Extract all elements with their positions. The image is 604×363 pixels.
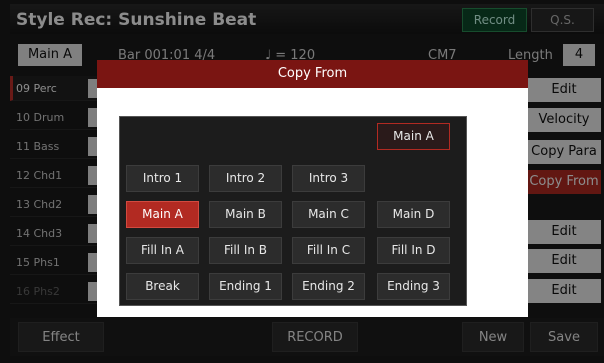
section-option[interactable]: Ending 2: [292, 273, 365, 300]
section-option[interactable]: Main B: [209, 201, 282, 228]
section-grid: Main A Intro 1 Intro 2 Intro 3 Main A Ma…: [119, 116, 467, 306]
section-option[interactable]: Intro 3: [292, 165, 365, 192]
section-option[interactable]: Fill In B: [209, 237, 282, 264]
dialog-title: Copy From: [97, 60, 528, 88]
section-option[interactable]: Main C: [292, 201, 365, 228]
section-option[interactable]: Fill In D: [377, 237, 450, 264]
copy-from-dialog: Copy From Main A Intro 1 Intro 2 Intro 3…: [97, 60, 528, 317]
target-section[interactable]: Main A: [377, 123, 450, 150]
screen: Style Rec: Sunshine Beat Record Q.S. Mai…: [0, 0, 604, 363]
section-option[interactable]: Intro 1: [126, 165, 199, 192]
section-option[interactable]: Main D: [377, 201, 450, 228]
section-option[interactable]: Fill In A: [126, 237, 199, 264]
section-option[interactable]: Intro 2: [209, 165, 282, 192]
section-option[interactable]: Ending 3: [377, 273, 450, 300]
section-option[interactable]: Fill In C: [292, 237, 365, 264]
section-option-selected[interactable]: Main A: [126, 201, 199, 228]
section-option[interactable]: Ending 1: [209, 273, 282, 300]
section-option[interactable]: Break: [126, 273, 199, 300]
